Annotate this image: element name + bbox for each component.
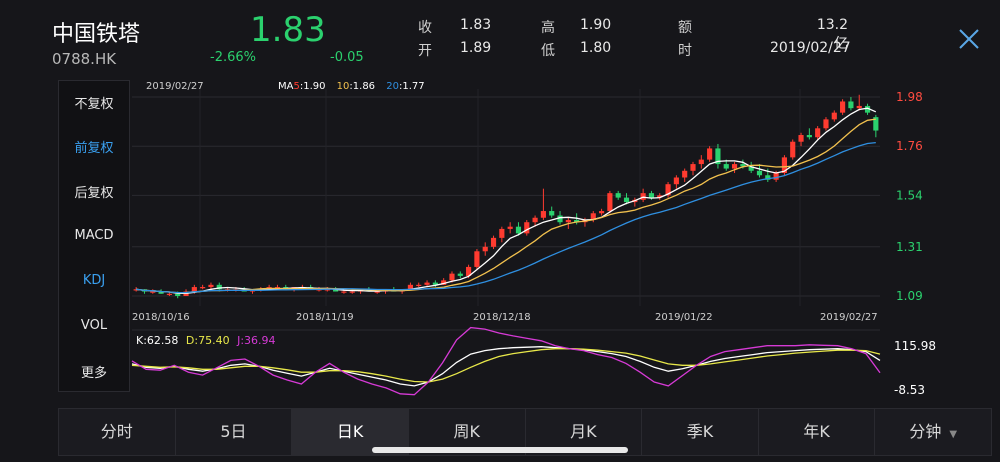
kdj-axis-labels: 115.98 -8.53 (894, 339, 936, 397)
candle-body (840, 101, 846, 113)
candle-body (416, 284, 422, 287)
candle-body (349, 291, 355, 293)
date-tick-label: 2018/11/19 (296, 312, 354, 323)
price-tick-label: 1.54 (896, 188, 923, 202)
candle-body (798, 135, 804, 142)
candle-body (208, 284, 214, 288)
candle-body (524, 222, 530, 234)
tab-5day-label: 5日 (220, 422, 247, 441)
kdj-d-line (131, 348, 881, 383)
home-indicator[interactable] (372, 447, 628, 453)
candle-body (507, 226, 513, 229)
tab-yearly-k-label: 年K (803, 422, 830, 441)
candle-body (449, 273, 455, 281)
tab-quarterly-k-label: 季K (686, 422, 714, 441)
ma5-legend-value: :1.90 (300, 81, 326, 92)
candle-body (623, 197, 630, 203)
candle-body (515, 226, 522, 234)
candle-body (640, 193, 646, 200)
price-tick-label: 1.09 (896, 289, 923, 303)
candle-body (532, 217, 538, 223)
candle-body (457, 273, 463, 276)
candle-body (790, 141, 796, 158)
candle-body (773, 173, 779, 180)
tab-weekly-k-label: 周K (453, 422, 480, 441)
kdj-tick-label: 115.98 (894, 339, 936, 353)
tab-intraday-label: 分时 (100, 422, 133, 441)
candle-body (474, 251, 480, 267)
price-tick-label: 1.98 (896, 90, 923, 104)
candle-body (806, 135, 812, 138)
ma10-legend-key: 10 (337, 81, 350, 92)
tab-daily-k-label: 日K (336, 422, 364, 441)
kdj-legend-k: K:62.58 (136, 334, 178, 347)
candle-body (698, 159, 704, 165)
candle-body (731, 164, 738, 169)
chart-top-date: 2019/02/27 (146, 81, 204, 92)
candle-body (831, 112, 837, 120)
price-tick-label: 1.76 (896, 139, 923, 153)
candle-body (549, 211, 555, 216)
candle-body (823, 119, 829, 129)
candle-body (756, 170, 763, 176)
candle-body (341, 291, 347, 293)
kdj-legend-j: J:36.94 (236, 334, 275, 347)
ma-legend: MA5:1.90 10:1.86 20:1.77 (278, 81, 425, 92)
candle-body (200, 287, 206, 289)
tab-minute-label: 分钟 (909, 422, 942, 441)
candle-body (856, 105, 862, 109)
candle-body (565, 219, 571, 223)
candle-body (690, 164, 696, 171)
ma20-legend-value: :1.77 (399, 81, 425, 92)
ma10-line (136, 118, 876, 294)
candle-body (607, 193, 613, 212)
date-axis-labels: 2018/10/16 2018/11/19 2018/12/18 2019/01/22… (132, 312, 878, 323)
chevron-down-icon[interactable]: ▼ (949, 429, 957, 440)
tab-intraday[interactable]: 分时 (59, 409, 176, 455)
candle-body (648, 193, 655, 198)
candle-body (166, 293, 172, 295)
date-tick-label: 2019/01/22 (655, 312, 713, 323)
candle-body (615, 193, 621, 198)
kdj-legend-d: D:75.40 (186, 334, 230, 347)
tab-yearly-k[interactable]: 年K (759, 409, 876, 455)
candle-body (599, 211, 605, 214)
candle-body (424, 282, 430, 285)
tab-monthly-k-label: 月K (570, 422, 597, 441)
candle-body (490, 237, 497, 247)
chart-grid (132, 89, 880, 331)
tab-quarterly-k[interactable]: 季K (642, 409, 759, 455)
moving-average-lines (136, 107, 877, 294)
kdj-tick-label: -8.53 (894, 383, 925, 397)
ma20-line (136, 141, 876, 294)
candle-body (175, 293, 181, 296)
ma20-legend-key: 20 (386, 81, 399, 92)
candle-body (682, 170, 688, 178)
candle-body (540, 211, 546, 218)
ma10-legend-value: :1.86 (349, 81, 375, 92)
candle-body (482, 246, 488, 252)
tab-5day[interactable]: 5日 (176, 409, 293, 455)
candlestick-series (133, 94, 879, 299)
candle-body (191, 287, 197, 292)
candle-body (150, 291, 156, 293)
ma5-legend-prefix: MA (278, 81, 294, 92)
date-tick-label: 2019/02/27 (820, 312, 878, 323)
price-axis-labels: 1.98 1.76 1.54 1.31 1.09 (896, 90, 923, 303)
date-tick-label: 2018/10/16 (132, 312, 190, 323)
kdj-legend: K:62.58 D:75.40 J:36.94 (136, 334, 276, 347)
candle-body (707, 148, 713, 160)
candle-body (848, 101, 854, 109)
candle-body (723, 164, 729, 169)
stock-chart[interactable]: 2019/02/27 MA5:1.90 10:1.86 20:1.77 1.98… (0, 0, 1000, 410)
candle-body (673, 177, 679, 185)
date-tick-label: 2018/12/18 (473, 312, 531, 323)
price-tick-label: 1.31 (896, 240, 923, 254)
tab-minute[interactable]: 分钟 ▼ (875, 409, 991, 455)
ma5-line (136, 107, 877, 294)
candle-body (815, 128, 821, 138)
candle-body (499, 228, 505, 238)
